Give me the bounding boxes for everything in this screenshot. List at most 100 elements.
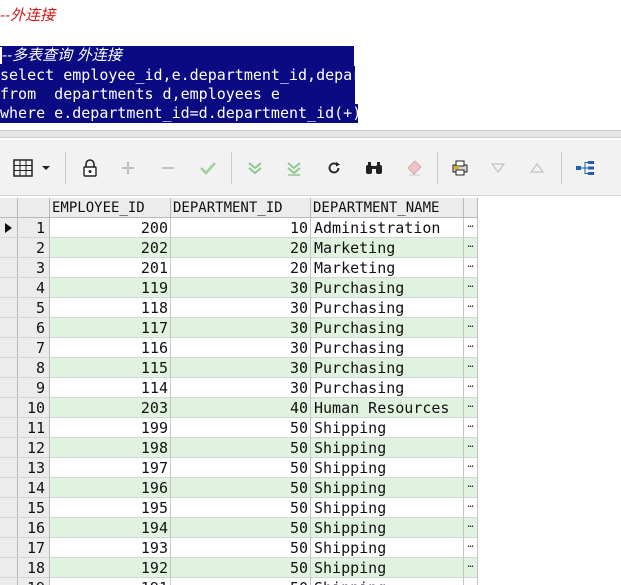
cell-employee-id[interactable]: 197 [50, 458, 171, 478]
cell-ellipsis-button[interactable]: … [464, 398, 478, 418]
table-row[interactable]: 9 114 30 Purchasing… [0, 378, 478, 398]
remove-icon[interactable] [153, 154, 183, 182]
table-row[interactable]: 1 200 10 Administration… [0, 218, 478, 238]
cell-ellipsis-button[interactable]: … [464, 538, 478, 558]
tree-icon[interactable] [570, 154, 600, 182]
table-row[interactable]: 17 193 50 Shipping… [0, 538, 478, 558]
cell-department-name[interactable]: Purchasing [311, 278, 464, 298]
row-indicator[interactable] [0, 578, 18, 585]
row-indicator[interactable] [0, 538, 18, 558]
cell-department-id[interactable]: 40 [171, 398, 311, 418]
cell-department-id[interactable]: 50 [171, 538, 311, 558]
refresh-icon[interactable] [319, 154, 349, 182]
cell-ellipsis-button[interactable]: … [464, 558, 478, 578]
cell-department-id[interactable]: 50 [171, 498, 311, 518]
row-indicator[interactable] [0, 478, 18, 498]
lock-icon[interactable] [75, 154, 105, 182]
row-indicator[interactable] [0, 558, 18, 578]
cell-employee-id[interactable]: 193 [50, 538, 171, 558]
cell-employee-id[interactable]: 196 [50, 478, 171, 498]
cell-ellipsis-button[interactable]: … [464, 498, 478, 518]
row-indicator[interactable] [0, 298, 18, 318]
cell-department-id[interactable]: 50 [171, 478, 311, 498]
column-header-department-name[interactable]: DEPARTMENT_NAME [311, 198, 464, 218]
cell-department-name[interactable]: Marketing [311, 238, 464, 258]
cell-department-id[interactable]: 30 [171, 278, 311, 298]
sql-editor[interactable]: --外连接 --多表查询 外连接 select employee_id,e.de… [0, 0, 452, 130]
cell-department-name[interactable]: Shipping [311, 458, 464, 478]
row-indicator[interactable] [0, 418, 18, 438]
table-row[interactable]: 10 203 40 Human Resources… [0, 398, 478, 418]
cell-ellipsis-button[interactable]: … [464, 298, 478, 318]
cell-department-name[interactable]: Purchasing [311, 358, 464, 378]
cell-department-id[interactable]: 50 [171, 458, 311, 478]
table-row[interactable]: 2 202 20 Marketing… [0, 238, 478, 258]
cell-employee-id[interactable]: 118 [50, 298, 171, 318]
table-row[interactable]: 5 118 30 Purchasing… [0, 298, 478, 318]
cell-ellipsis-button[interactable]: … [464, 258, 478, 278]
cell-department-name[interactable]: Purchasing [311, 318, 464, 338]
cell-employee-id[interactable]: 194 [50, 518, 171, 538]
cell-department-id[interactable]: 10 [171, 218, 311, 238]
row-indicator[interactable] [0, 218, 18, 238]
cell-department-name[interactable]: Shipping [311, 518, 464, 538]
cell-employee-id[interactable]: 203 [50, 398, 171, 418]
cell-department-name[interactable]: Human Resources [311, 398, 464, 418]
cell-department-id[interactable]: 30 [171, 338, 311, 358]
row-indicator[interactable] [0, 378, 18, 398]
cell-employee-id[interactable]: 114 [50, 378, 171, 398]
row-indicator[interactable] [0, 278, 18, 298]
post-icon[interactable] [193, 154, 223, 182]
cell-department-id[interactable]: 30 [171, 378, 311, 398]
cell-ellipsis-button[interactable]: … [464, 378, 478, 398]
cell-employee-id[interactable]: 116 [50, 338, 171, 358]
cell-employee-id[interactable]: 195 [50, 498, 171, 518]
table-row[interactable]: 16 194 50 Shipping… [0, 518, 478, 538]
first-record-icon[interactable] [240, 154, 270, 182]
cell-department-id[interactable]: 30 [171, 318, 311, 338]
column-header-department-id[interactable]: DEPARTMENT_ID [171, 198, 311, 218]
table-row[interactable]: 11 199 50 Shipping… [0, 418, 478, 438]
table-row[interactable]: 18 192 50 Shipping… [0, 558, 478, 578]
table-row[interactable]: 8 115 30 Purchasing… [0, 358, 478, 378]
result-grid[interactable]: EMPLOYEE_ID DEPARTMENT_ID DEPARTMENT_NAM… [0, 198, 621, 585]
row-indicator[interactable] [0, 518, 18, 538]
row-indicator[interactable] [0, 318, 18, 338]
cell-ellipsis-button[interactable]: … [464, 358, 478, 378]
cell-department-name[interactable]: Shipping [311, 438, 464, 458]
cell-department-id[interactable]: 50 [171, 578, 311, 585]
cell-department-name[interactable]: Purchasing [311, 378, 464, 398]
cell-employee-id[interactable]: 201 [50, 258, 171, 278]
table-row[interactable]: 3 201 20 Marketing… [0, 258, 478, 278]
cell-ellipsis-button[interactable]: … [464, 418, 478, 438]
row-indicator[interactable] [0, 438, 18, 458]
cell-employee-id[interactable]: 119 [50, 278, 171, 298]
table-row[interactable]: 13 197 50 Shipping… [0, 458, 478, 478]
cell-employee-id[interactable]: 198 [50, 438, 171, 458]
cell-department-name[interactable]: Shipping [311, 478, 464, 498]
row-indicator[interactable] [0, 238, 18, 258]
cell-department-id[interactable]: 50 [171, 438, 311, 458]
cell-ellipsis-button[interactable]: … [464, 458, 478, 478]
cell-employee-id[interactable]: 115 [50, 358, 171, 378]
clear-icon[interactable] [399, 154, 429, 182]
cell-department-id[interactable]: 50 [171, 558, 311, 578]
cell-department-id[interactable]: 20 [171, 258, 311, 278]
row-indicator[interactable] [0, 358, 18, 378]
filter-up-icon[interactable] [522, 154, 552, 182]
filter-down-icon[interactable] [483, 154, 513, 182]
table-row[interactable]: 6 117 30 Purchasing… [0, 318, 478, 338]
cell-employee-id[interactable]: 199 [50, 418, 171, 438]
row-indicator[interactable] [0, 398, 18, 418]
print-icon[interactable] [445, 154, 475, 182]
editor-splitter[interactable] [0, 130, 621, 138]
table-row[interactable]: 7 116 30 Purchasing… [0, 338, 478, 358]
cell-department-name[interactable]: Shipping [311, 538, 464, 558]
cell-department-id[interactable]: 50 [171, 418, 311, 438]
column-header-employee-id[interactable]: EMPLOYEE_ID [50, 198, 171, 218]
cell-department-name[interactable]: Purchasing [311, 338, 464, 358]
cell-department-id[interactable]: 30 [171, 358, 311, 378]
cell-department-id[interactable]: 20 [171, 238, 311, 258]
cell-employee-id[interactable]: 191 [50, 578, 171, 585]
cell-department-id[interactable]: 50 [171, 518, 311, 538]
